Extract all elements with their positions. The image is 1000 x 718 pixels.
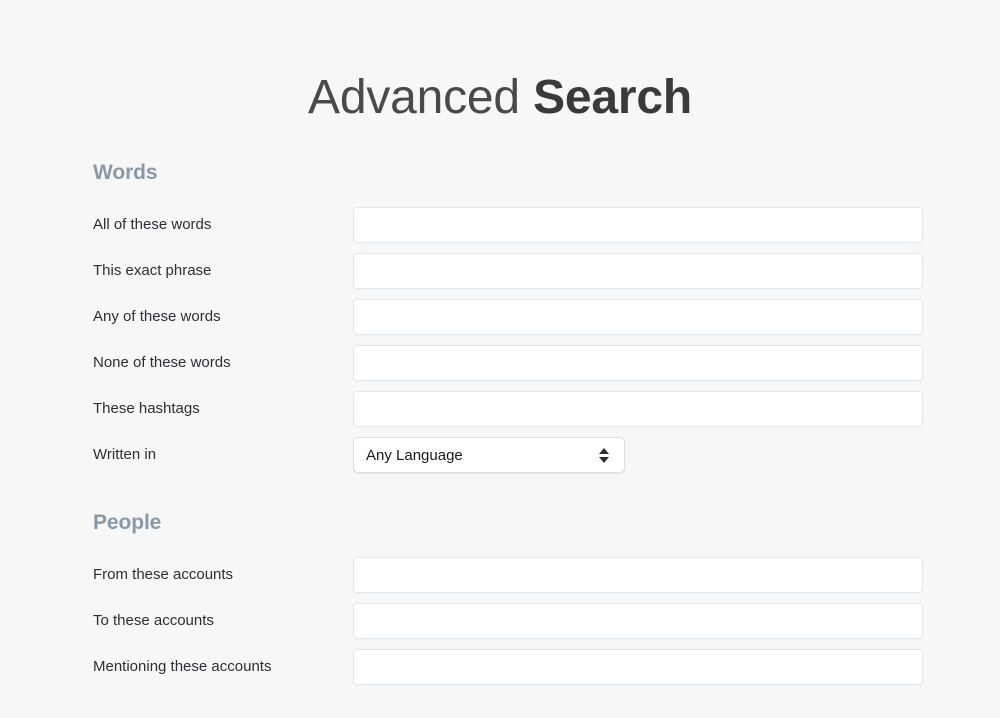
input-all-of-these-words[interactable]: [353, 207, 923, 244]
label-all-of-these-words: All of these words: [93, 216, 212, 234]
field-row-to-these-accounts: To these accounts: [93, 598, 1000, 644]
control-to-these-accounts: [353, 603, 1000, 640]
input-mentioning-these-accounts[interactable]: [353, 649, 923, 686]
page-title: Advanced Search: [0, 32, 1000, 126]
select-wrap-written-in: Any Language: [353, 437, 625, 474]
page-title-bold: Search: [533, 71, 692, 125]
control-this-exact-phrase: [353, 253, 1000, 290]
label-these-hashtags: These hashtags: [93, 400, 200, 418]
select-written-in[interactable]: Any Language: [353, 437, 625, 474]
input-to-these-accounts[interactable]: [353, 603, 923, 640]
advanced-search-form: Words All of these words This exact phra…: [0, 160, 1000, 690]
input-these-hashtags[interactable]: [353, 391, 923, 428]
control-any-of-these-words: [353, 299, 1000, 336]
select-written-in-value: Any Language: [366, 446, 463, 464]
triangle-down-icon: [599, 456, 609, 463]
field-row-these-hashtags: These hashtags: [93, 386, 1000, 432]
field-row-written-in: Written in Any Language: [93, 432, 1000, 478]
label-from-these-accounts: From these accounts: [93, 566, 234, 584]
section-header-people: People: [93, 511, 162, 535]
input-this-exact-phrase[interactable]: [353, 253, 923, 290]
label-this-exact-phrase: This exact phrase: [93, 262, 212, 280]
field-row-all-of-these-words: All of these words: [93, 202, 1000, 248]
input-from-these-accounts[interactable]: [353, 557, 923, 594]
control-from-these-accounts: [353, 557, 1000, 594]
label-none-of-these-words: None of these words: [93, 354, 231, 372]
field-row-this-exact-phrase: This exact phrase: [93, 248, 1000, 294]
stepper-updown-icon: [598, 445, 610, 465]
section-words: Words All of these words This exact phra…: [93, 160, 1000, 478]
label-written-in: Written in: [93, 446, 157, 464]
label-any-of-these-words: Any of these words: [93, 308, 221, 326]
label-to-these-accounts: To these accounts: [93, 612, 214, 630]
control-written-in: Any Language: [353, 437, 1000, 474]
section-people: People From these accounts To these acco…: [93, 510, 1000, 690]
input-none-of-these-words[interactable]: [353, 345, 923, 382]
control-mentioning-these-accounts: [353, 649, 1000, 686]
input-any-of-these-words[interactable]: [353, 299, 923, 336]
section-header-words: Words: [93, 161, 158, 185]
field-row-from-these-accounts: From these accounts: [93, 552, 1000, 598]
control-none-of-these-words: [353, 345, 1000, 382]
control-all-of-these-words: [353, 207, 1000, 244]
control-these-hashtags: [353, 391, 1000, 428]
field-row-mentioning-these-accounts: Mentioning these accounts: [93, 644, 1000, 690]
field-row-none-of-these-words: None of these words: [93, 340, 1000, 386]
label-mentioning-these-accounts: Mentioning these accounts: [93, 658, 272, 676]
triangle-up-icon: [599, 447, 609, 454]
field-row-any-of-these-words: Any of these words: [93, 294, 1000, 340]
advanced-search-page: Advanced Search Words All of these words…: [0, 32, 1000, 718]
page-title-light: Advanced: [308, 71, 534, 125]
